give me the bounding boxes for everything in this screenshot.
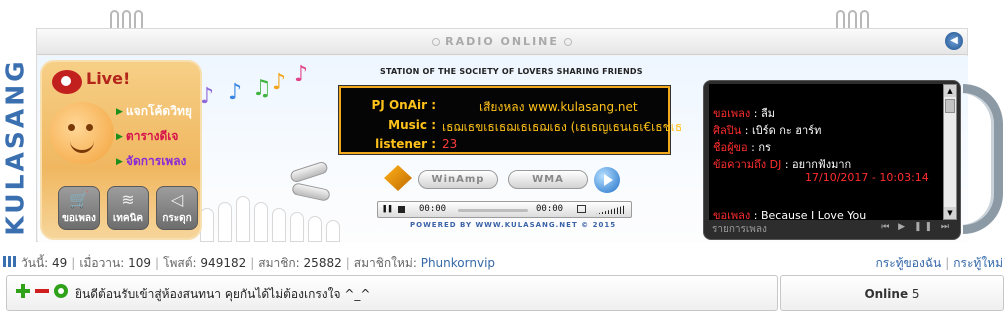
dj-label: PJ OnAir :: [371, 98, 436, 112]
live-panel: Live! ▶ แจกโค้ดวิทยุ ▶ ตารางดีเจ ▶ จัดการเพ…: [40, 60, 202, 240]
listener-count: 23: [442, 137, 458, 151]
requester-line: ชื่อผู้ขอ : กร: [713, 141, 771, 154]
onair-listener-row: listener : 23: [341, 137, 668, 156]
online-count-panel[interactable]: Online 5: [780, 275, 1004, 311]
cart-icon: 🛒: [69, 190, 89, 209]
powered-by: POWERED BY WWW.KULASANG.NET © 2015: [410, 221, 617, 229]
media-player-icon[interactable]: [594, 167, 620, 193]
crossfade-button[interactable]: ◁ กระดุก: [156, 186, 198, 230]
request-timestamp: 17/10/2017 - 10:03:14: [805, 171, 929, 184]
next-song-line: ขอเพลง : Because I Love You: [713, 209, 867, 220]
scroll-thumb[interactable]: [945, 99, 955, 113]
arrow-right-icon: ▶: [116, 106, 123, 117]
online-label: Online: [864, 287, 909, 301]
music-value: เธฌเธขเธเธฌเธเธฌเธง (เธเธญเธนเธเ€เธชเธ: [442, 120, 683, 134]
request-song-button[interactable]: 🛒 ขอเพลง: [58, 186, 100, 230]
playlist-footer-label: รายการเพลง: [712, 224, 767, 235]
playlist-scrollbar[interactable]: ▲ ▼: [943, 84, 957, 220]
arrow-right-icon: ▶: [116, 131, 123, 142]
scroll-up-icon[interactable]: ▲: [944, 85, 956, 97]
refresh-icon[interactable]: [54, 284, 68, 298]
stat-members: 25882: [303, 256, 342, 270]
winamp-button[interactable]: WinAmp: [418, 170, 498, 189]
playlist-scroll-area[interactable]: ขอเพลง : ลืม ศิลปิน : เบิร์ด กะ ฮาร์ท ชื…: [709, 84, 943, 220]
artist-line: ศิลปิน : เบิร์ด กะ ฮาร์ท: [713, 124, 822, 137]
my-threads-link[interactable]: กระทู้ของฉัน: [875, 256, 941, 270]
speaker-icon[interactable]: ◀: [945, 32, 963, 50]
scroll-down-icon[interactable]: ▼: [944, 207, 956, 219]
song-line: ขอเพลง : ลืม: [713, 107, 775, 120]
layers-icon: ≋: [121, 190, 135, 209]
dj-value: เสียงหลง www.kulasang.net: [479, 100, 638, 114]
brand-logo[interactable]: KULASANG: [0, 52, 30, 242]
technique-button[interactable]: ≋ เทคนิค: [107, 186, 149, 230]
time-current: 00:00: [419, 204, 447, 214]
radio-title: RADIO ONLINE: [445, 35, 559, 48]
onair-music-row: Music : เธฌเธขเธเธฌเธเธฌเธง (เธเธญเธนเธเ…: [341, 118, 682, 137]
wma-button[interactable]: WMA: [508, 170, 588, 189]
remove-icon[interactable]: [35, 289, 49, 293]
stat-posts: 949182: [200, 256, 247, 270]
fence-decoration: [200, 190, 380, 242]
online-count: 5: [911, 287, 920, 301]
playlist-footer: รายการเพลง ⏮ ▶ ❚❚ ⏭: [712, 222, 952, 237]
weibo-logo-icon: [52, 70, 82, 94]
stats-chart-icon: [3, 256, 16, 267]
smiley-bubble-icon: [50, 102, 114, 164]
speaker-icon: ◁: [170, 190, 184, 209]
new-threads-link[interactable]: กระทู้ใหม่: [953, 256, 1003, 270]
player-control-bar: ❚❚ 00:00 00:00: [377, 201, 632, 218]
page: KULASANG RADIO ONLINE ◀ ♪ ♪ ♫ ♪ ♪ STATIO…: [0, 0, 1007, 314]
onair-dj-row: PJ OnAir : เสียงหลง www.kulasang.net: [341, 98, 668, 117]
playlist-panel: ขอเพลง : ลืม ศิลปิน : เบิร์ด กะ ฮาร์ท ชื…: [703, 80, 961, 240]
station-slogan: STATION OF THE SOCIETY OF LOVERS SHARING…: [380, 67, 643, 76]
new-member-link[interactable]: Phunkornvip: [421, 256, 495, 270]
side-ring-decoration: [963, 84, 1003, 234]
music-label: Music :: [388, 118, 436, 132]
stop-icon[interactable]: [398, 206, 405, 213]
menu-radio-code[interactable]: ▶ แจกโค้ดวิทยุ: [116, 102, 192, 121]
listener-label: listener :: [375, 137, 436, 151]
shoutbox-bar: ยินดีต้อนรับเข้าสู่ห้องสนทนา คุยกันได้ไม…: [6, 275, 778, 311]
forum-stats-bar: วันนี้: 49 | เมื่อวาน: 109 | โพสต์: 949182 | ส…: [0, 254, 1007, 270]
onair-board: PJ OnAir : เสียงหลง www.kulasang.net Mus…: [339, 86, 682, 156]
add-icon[interactable]: [16, 284, 30, 298]
fullscreen-icon[interactable]: [577, 205, 586, 213]
live-button-row: 🛒 ขอเพลง ≋ เทคนิค ◁ กระดุก: [58, 186, 198, 230]
stat-yesterday: 109: [128, 256, 152, 270]
arrow-right-icon: ▶: [116, 156, 123, 167]
welcome-message: ยินดีต้อนรับเข้าสู่ห้องสนทนา คุยกันได้ไม…: [75, 287, 371, 301]
radio-title-bar: RADIO ONLINE ◀: [37, 29, 967, 55]
live-title: Live!: [86, 69, 131, 88]
pause-icon[interactable]: ❚❚: [382, 204, 393, 214]
volume-slider[interactable]: [596, 205, 626, 214]
menu-dj-schedule[interactable]: ▶ ตารางดีเจ: [116, 127, 178, 146]
stat-today: 49: [52, 256, 68, 270]
playlist-controls-icon[interactable]: ⏮ ▶ ❚❚ ⏭: [881, 222, 952, 232]
time-total: 00:00: [536, 204, 564, 214]
brand-text: KULASANG: [0, 58, 30, 236]
menu-manage-songs[interactable]: ▶ จัดการเพลง: [116, 152, 186, 171]
seek-slider[interactable]: [458, 209, 528, 212]
